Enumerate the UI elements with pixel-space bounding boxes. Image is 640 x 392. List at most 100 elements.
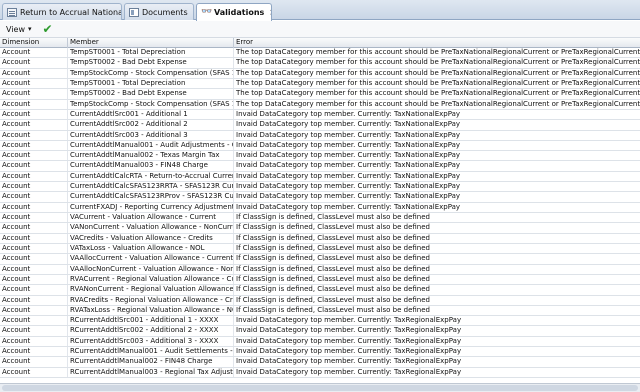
table-row[interactable]: Account VACurrent - Valuation Allowance -… [0, 213, 640, 224]
cell-dimension: Account [0, 326, 68, 336]
cell-error: Invaid DataCategory top member. Currentl… [236, 326, 462, 335]
tab-validations[interactable]: 👓 Validations × [196, 3, 272, 21]
report-icon [7, 7, 17, 17]
column-header-error[interactable]: Error [234, 38, 640, 48]
cell-member: TempST0002 - Bad Debt Expense [68, 89, 234, 99]
document-icon [129, 7, 139, 17]
cell-member: VAAllocCurrent - Valuation Allowance - C… [70, 254, 234, 264]
table-row[interactable]: Account RCurrentAddtlManual002 - FIN48 Ch… [0, 357, 640, 368]
table-row[interactable]: Account VANonCurrent - Valuation Allowanc… [0, 223, 640, 234]
glasses-icon: 👓 [201, 7, 213, 17]
table-row[interactable]: Account TempST0002 - Bad Debt Expense The … [0, 89, 640, 100]
table-row[interactable]: Account RCurrentAddtlSrc001 - Additional … [0, 316, 640, 327]
table-row[interactable]: Account CurrentAddtlManual002 - Texas Mar… [0, 151, 640, 162]
close-icon[interactable]: × [269, 8, 271, 18]
validations-grid: Dimension Member Error Account TempST0001… [0, 38, 640, 383]
cell-error: Invaid DataCategory top member. Currentl… [236, 336, 462, 345]
cell-error: If ClassSign is defined, ClassLevel must… [236, 223, 430, 232]
cell-member: RCurrentAddtlManual003 - Regional Tax Ad… [70, 367, 234, 377]
table-row[interactable]: Account RVATaxLoss - Regional Valuation A… [0, 305, 640, 317]
tab-label: Documents [142, 7, 188, 17]
cell-member: CurrentAddtlManual001 - Audit Adjustment… [70, 140, 234, 151]
cell-member: TempST0002 - Bad Debt Expense [68, 58, 234, 68]
cell-error: Invaid DataCategory top member. Currentl… [236, 367, 462, 376]
table-row[interactable]: Account RVACurrent - Regional Valuation A… [0, 274, 640, 286]
table-row[interactable]: Account VAAllocNonCurrent - Valuation All… [0, 264, 640, 275]
cell-error: Invaid DataCategory top member. Currentl… [236, 357, 462, 366]
cell-error: The top DataCategory member for this acc… [236, 99, 640, 108]
table-row[interactable]: Account RCurrentAddtlManual001 - Audit Se… [0, 347, 640, 358]
table-row[interactable]: Account CurrentAddtlCalcRTA - Return-to-A… [0, 171, 640, 183]
table-row[interactable]: Account RVANonCurrent - Regional Valuatio… [0, 285, 640, 296]
table-row[interactable]: Account CurrentAddtlSrc002 - Additional 2… [0, 120, 640, 131]
cell-member: VAAllocNonCurrent - Valuation Allowance … [70, 264, 234, 274]
cell-dimension: Account [0, 316, 68, 326]
cell-member: VANonCurrent - Valuation Allowance - Non… [70, 223, 234, 233]
table-row[interactable]: Account RCurrentAddtlManual003 - Regional… [0, 367, 640, 378]
cell-error: If ClassSign is defined, ClassLevel must… [236, 295, 430, 304]
column-header-member[interactable]: Member [68, 38, 234, 48]
cell-dimension: Account [0, 254, 68, 264]
cell-member: TempST0001 - Total Depreciation [68, 78, 234, 89]
table-row[interactable]: Account VACredits - Valuation Allowance -… [0, 233, 640, 244]
cell-member: RCurrentAddtlSrc001 - Additional 1 - XXX… [68, 316, 234, 326]
cell-dimension: Account [0, 99, 68, 109]
table-row[interactable]: Account VAAllocCurrent - Valuation Allowa… [0, 254, 640, 265]
cell-member: CurrentAddtlManual002 - Texas Margin Tax [68, 151, 234, 161]
cell-member: TempStockComp - Stock Compensation (SFAS… [70, 68, 234, 78]
table-row[interactable]: Account TempStockComp - Stock Compensatio… [0, 68, 640, 79]
table-row[interactable]: Account CurrentAddtlManual001 - Audit Adj… [0, 140, 640, 152]
cell-error: If ClassSign is defined, ClassLevel must… [236, 254, 430, 263]
cell-error: If ClassSign is defined, ClassLevel must… [236, 264, 430, 273]
table-row[interactable]: Account TempStockComp - Stock Compensatio… [0, 99, 640, 110]
horizontal-scrollbar[interactable] [2, 385, 638, 391]
table-row[interactable]: Account CurrentAddtlSrc003 - Additional 3… [0, 130, 640, 141]
cell-member: CurrentAddtlCalcSFAS123RProv - SFAS123R … [70, 192, 234, 202]
toolbar: View ▾ ✔ [0, 21, 640, 38]
cell-error: The top DataCategory member for this acc… [236, 48, 640, 56]
cell-dimension: Account [0, 78, 68, 89]
view-menu-button[interactable]: View ▾ [3, 25, 35, 34]
cell-dimension: Account [0, 243, 68, 254]
tab-return-to-accrual-national[interactable]: Return to Accrual National [2, 3, 122, 20]
table-row[interactable]: Account CurrentFXADJ - Reporting Currency… [0, 202, 640, 213]
cell-dimension: Account [0, 161, 68, 171]
cell-dimension: Account [0, 223, 68, 233]
chevron-down-icon: ▾ [27, 25, 32, 33]
column-header-dimension[interactable]: Dimension [0, 38, 68, 48]
cell-dimension: Account [0, 171, 68, 182]
status-footer [0, 383, 640, 392]
cell-error: If ClassSign is defined, ClassLevel must… [236, 285, 430, 294]
cell-dimension: Account [0, 202, 68, 212]
table-row[interactable]: Account CurrentAddtlManual003 - FIN48 Cha… [0, 161, 640, 172]
cell-dimension: Account [0, 48, 68, 58]
table-row[interactable]: Account VATaxLoss - Valuation Allowance -… [0, 243, 640, 255]
cell-dimension: Account [0, 295, 68, 305]
table-row[interactable]: Account CurrentAddtlCalcSFAS123RProv - SF… [0, 192, 640, 203]
table-row[interactable]: Account TempST0001 - Total Depreciation Th… [0, 78, 640, 90]
cell-member: CurrentAddtlSrc001 - Additional 1 [68, 109, 234, 120]
table-row[interactable]: Account TempST0002 - Bad Debt Expense The … [0, 58, 640, 69]
validate-check-icon[interactable]: ✔ [43, 23, 53, 35]
table-row[interactable]: Account CurrentAddtlSrc001 - Additional 1… [0, 109, 640, 121]
table-row[interactable]: Account CurrentAddtlCalcSFAS123RRTA - SFA… [0, 182, 640, 193]
cell-member: VATaxLoss - Valuation Allowance - NOL [68, 243, 234, 254]
tab-documents[interactable]: Documents [124, 3, 194, 20]
cell-error: If ClassSign is defined, ClassLevel must… [236, 274, 430, 283]
cell-member: CurrentAddtlCalcSFAS123RRTA - SFAS123R C… [70, 182, 234, 192]
cell-dimension: Account [0, 274, 68, 285]
cell-member: VACurrent - Valuation Allowance - Curren… [68, 213, 234, 223]
table-row[interactable]: Account RVACredits - Regional Valuation A… [0, 295, 640, 306]
table-row[interactable]: Account RCurrentAddtlSrc003 - Additional … [0, 336, 640, 348]
table-row[interactable]: Account RCurrentAddtlSrc002 - Additional … [0, 326, 640, 337]
cell-dimension: Account [0, 151, 68, 161]
cell-error: Invaid DataCategory top member. Currentl… [236, 347, 462, 356]
grid-body: Account TempST0001 - Total Depreciation Th… [0, 48, 640, 378]
cell-error: The top DataCategory member for this acc… [236, 58, 640, 67]
cell-dimension: Account [0, 182, 68, 192]
cell-dimension: Account [0, 264, 68, 274]
cell-dimension: Account [0, 120, 68, 130]
cell-error: Invaid DataCategory top member. Currentl… [236, 202, 461, 211]
table-row[interactable]: Account TempST0001 - Total Depreciation Th… [0, 48, 640, 59]
cell-member: RVACredits - Regional Valuation Allowanc… [70, 295, 234, 305]
